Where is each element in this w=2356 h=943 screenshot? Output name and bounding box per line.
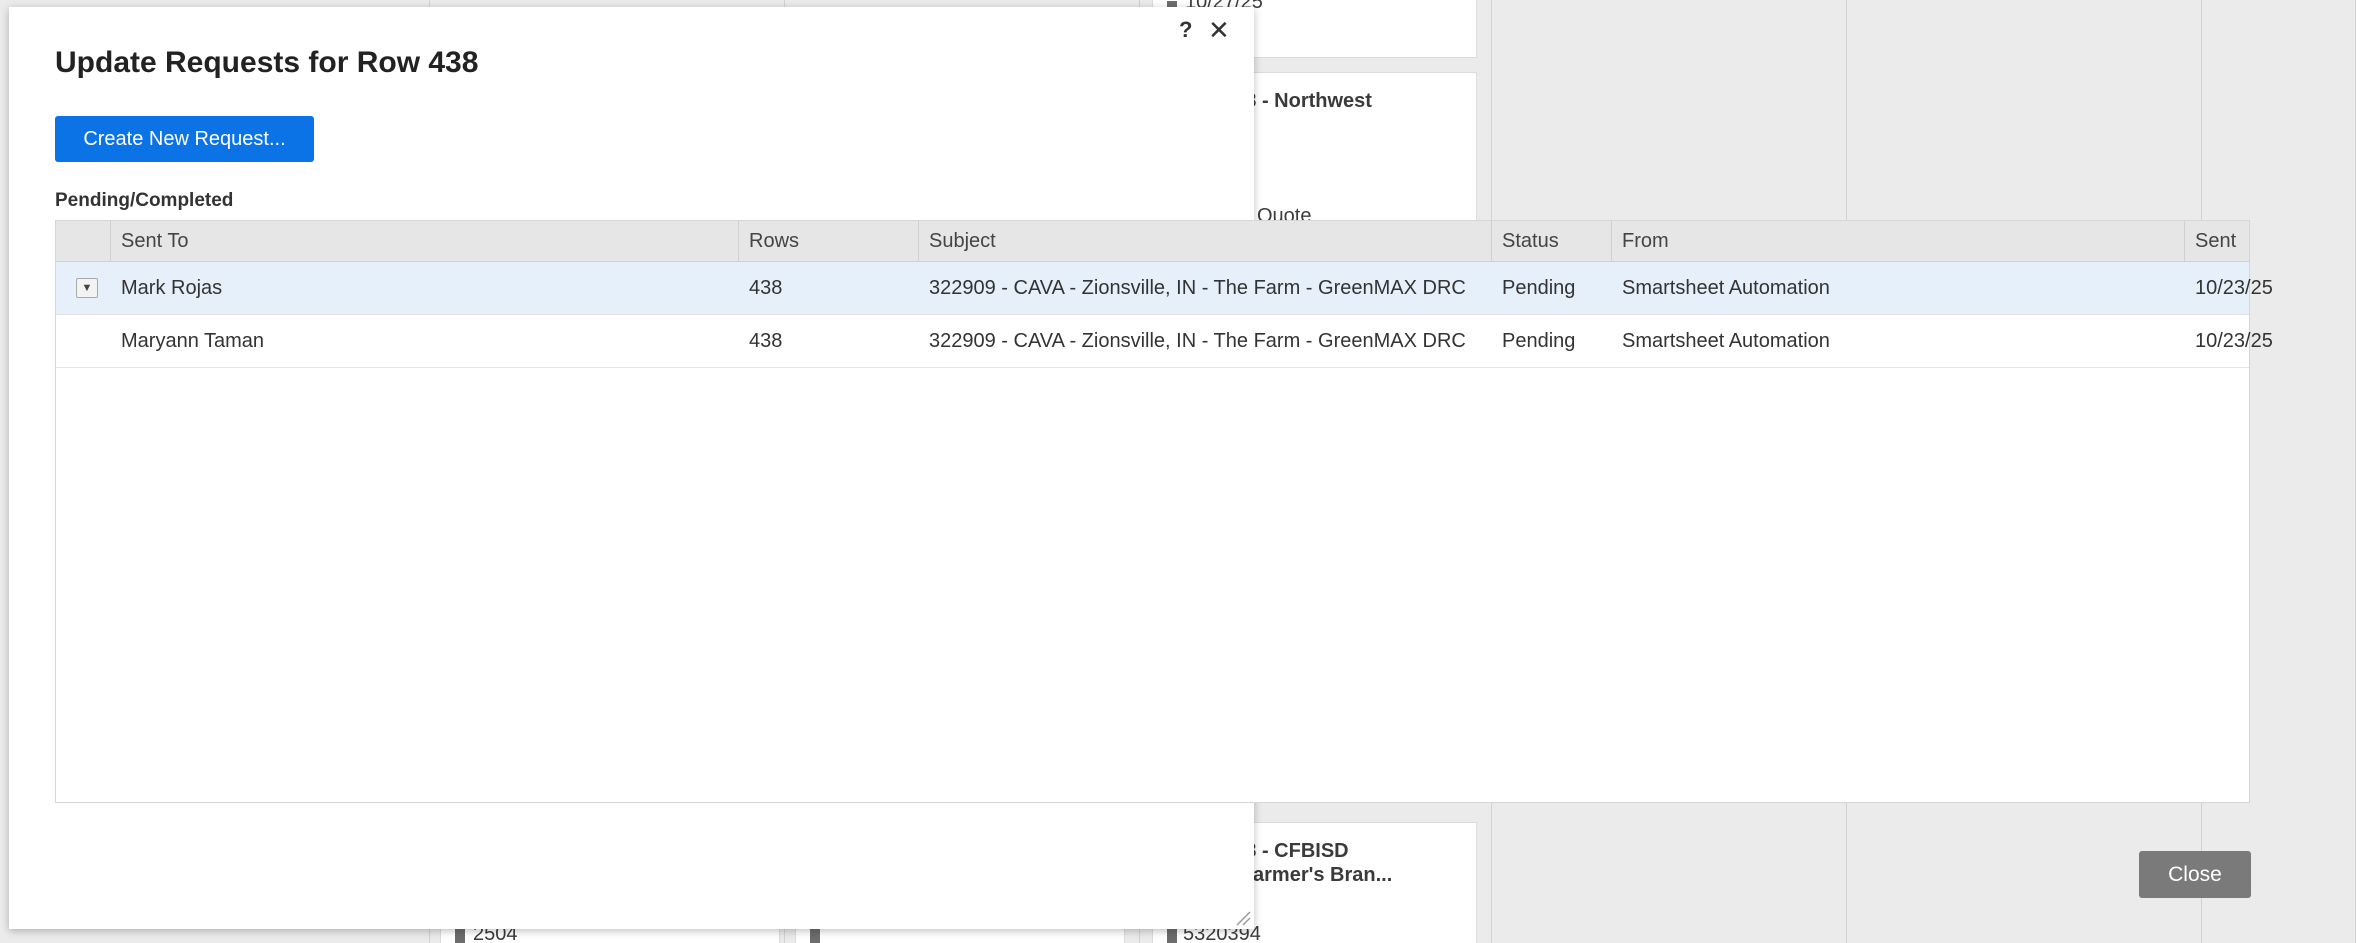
dialog-title: Update Requests for Row 438 — [55, 46, 479, 79]
section-label: Pending/Completed — [55, 190, 234, 211]
cell-subject: 322909 - CAVA - Zionsville, IN - The Far… — [929, 277, 1466, 299]
table-header: Sent To Rows Subject Status From Sent — [56, 221, 2249, 262]
column-header-subject[interactable]: Subject — [919, 221, 1492, 262]
cell-sent-to: Maryann Taman — [121, 330, 265, 352]
cell-from: Smartsheet Automation — [1622, 330, 1830, 352]
cell-status: Pending — [1502, 330, 1576, 352]
cell-sent: 10/23/25 — [2195, 277, 2273, 299]
column-header-rows[interactable]: Rows — [739, 221, 919, 262]
cell-from: Smartsheet Automation — [1622, 277, 1830, 299]
cell-rows: 438 — [749, 330, 783, 352]
create-new-request-button[interactable]: Create New Request... — [55, 116, 314, 162]
column-header-sent-to[interactable]: Sent To — [111, 221, 739, 262]
cell-sent: 10/23/25 — [2195, 330, 2273, 352]
resize-grip-icon[interactable] — [1233, 908, 1251, 926]
column-header-status[interactable]: Status — [1492, 221, 1612, 262]
close-icon[interactable]: ✕ — [1208, 15, 1230, 46]
requests-table: Sent To Rows Subject Status From Sent ▼ … — [55, 220, 2273, 803]
row-menu-chevron-down-icon[interactable]: ▼ — [76, 278, 98, 298]
cell-sent-to: Mark Rojas — [121, 277, 223, 299]
help-icon[interactable]: ? — [1179, 17, 1192, 43]
table-row[interactable]: ▼ Mark Rojas 438 322909 - CAVA - Zionsvi… — [56, 262, 2273, 315]
column-header-sent[interactable]: Sent — [2185, 221, 2251, 262]
column-header-from[interactable]: From — [1612, 221, 2185, 262]
table-row[interactable]: Maryann Taman 438 322909 - CAVA - Zionsv… — [56, 315, 2273, 368]
cell-status: Pending — [1502, 277, 1576, 299]
cell-rows: 438 — [749, 277, 783, 299]
column-header-toggle — [56, 221, 111, 262]
cell-subject: 322909 - CAVA - Zionsville, IN - The Far… — [929, 330, 1466, 352]
close-button[interactable]: Close — [2139, 851, 2251, 898]
